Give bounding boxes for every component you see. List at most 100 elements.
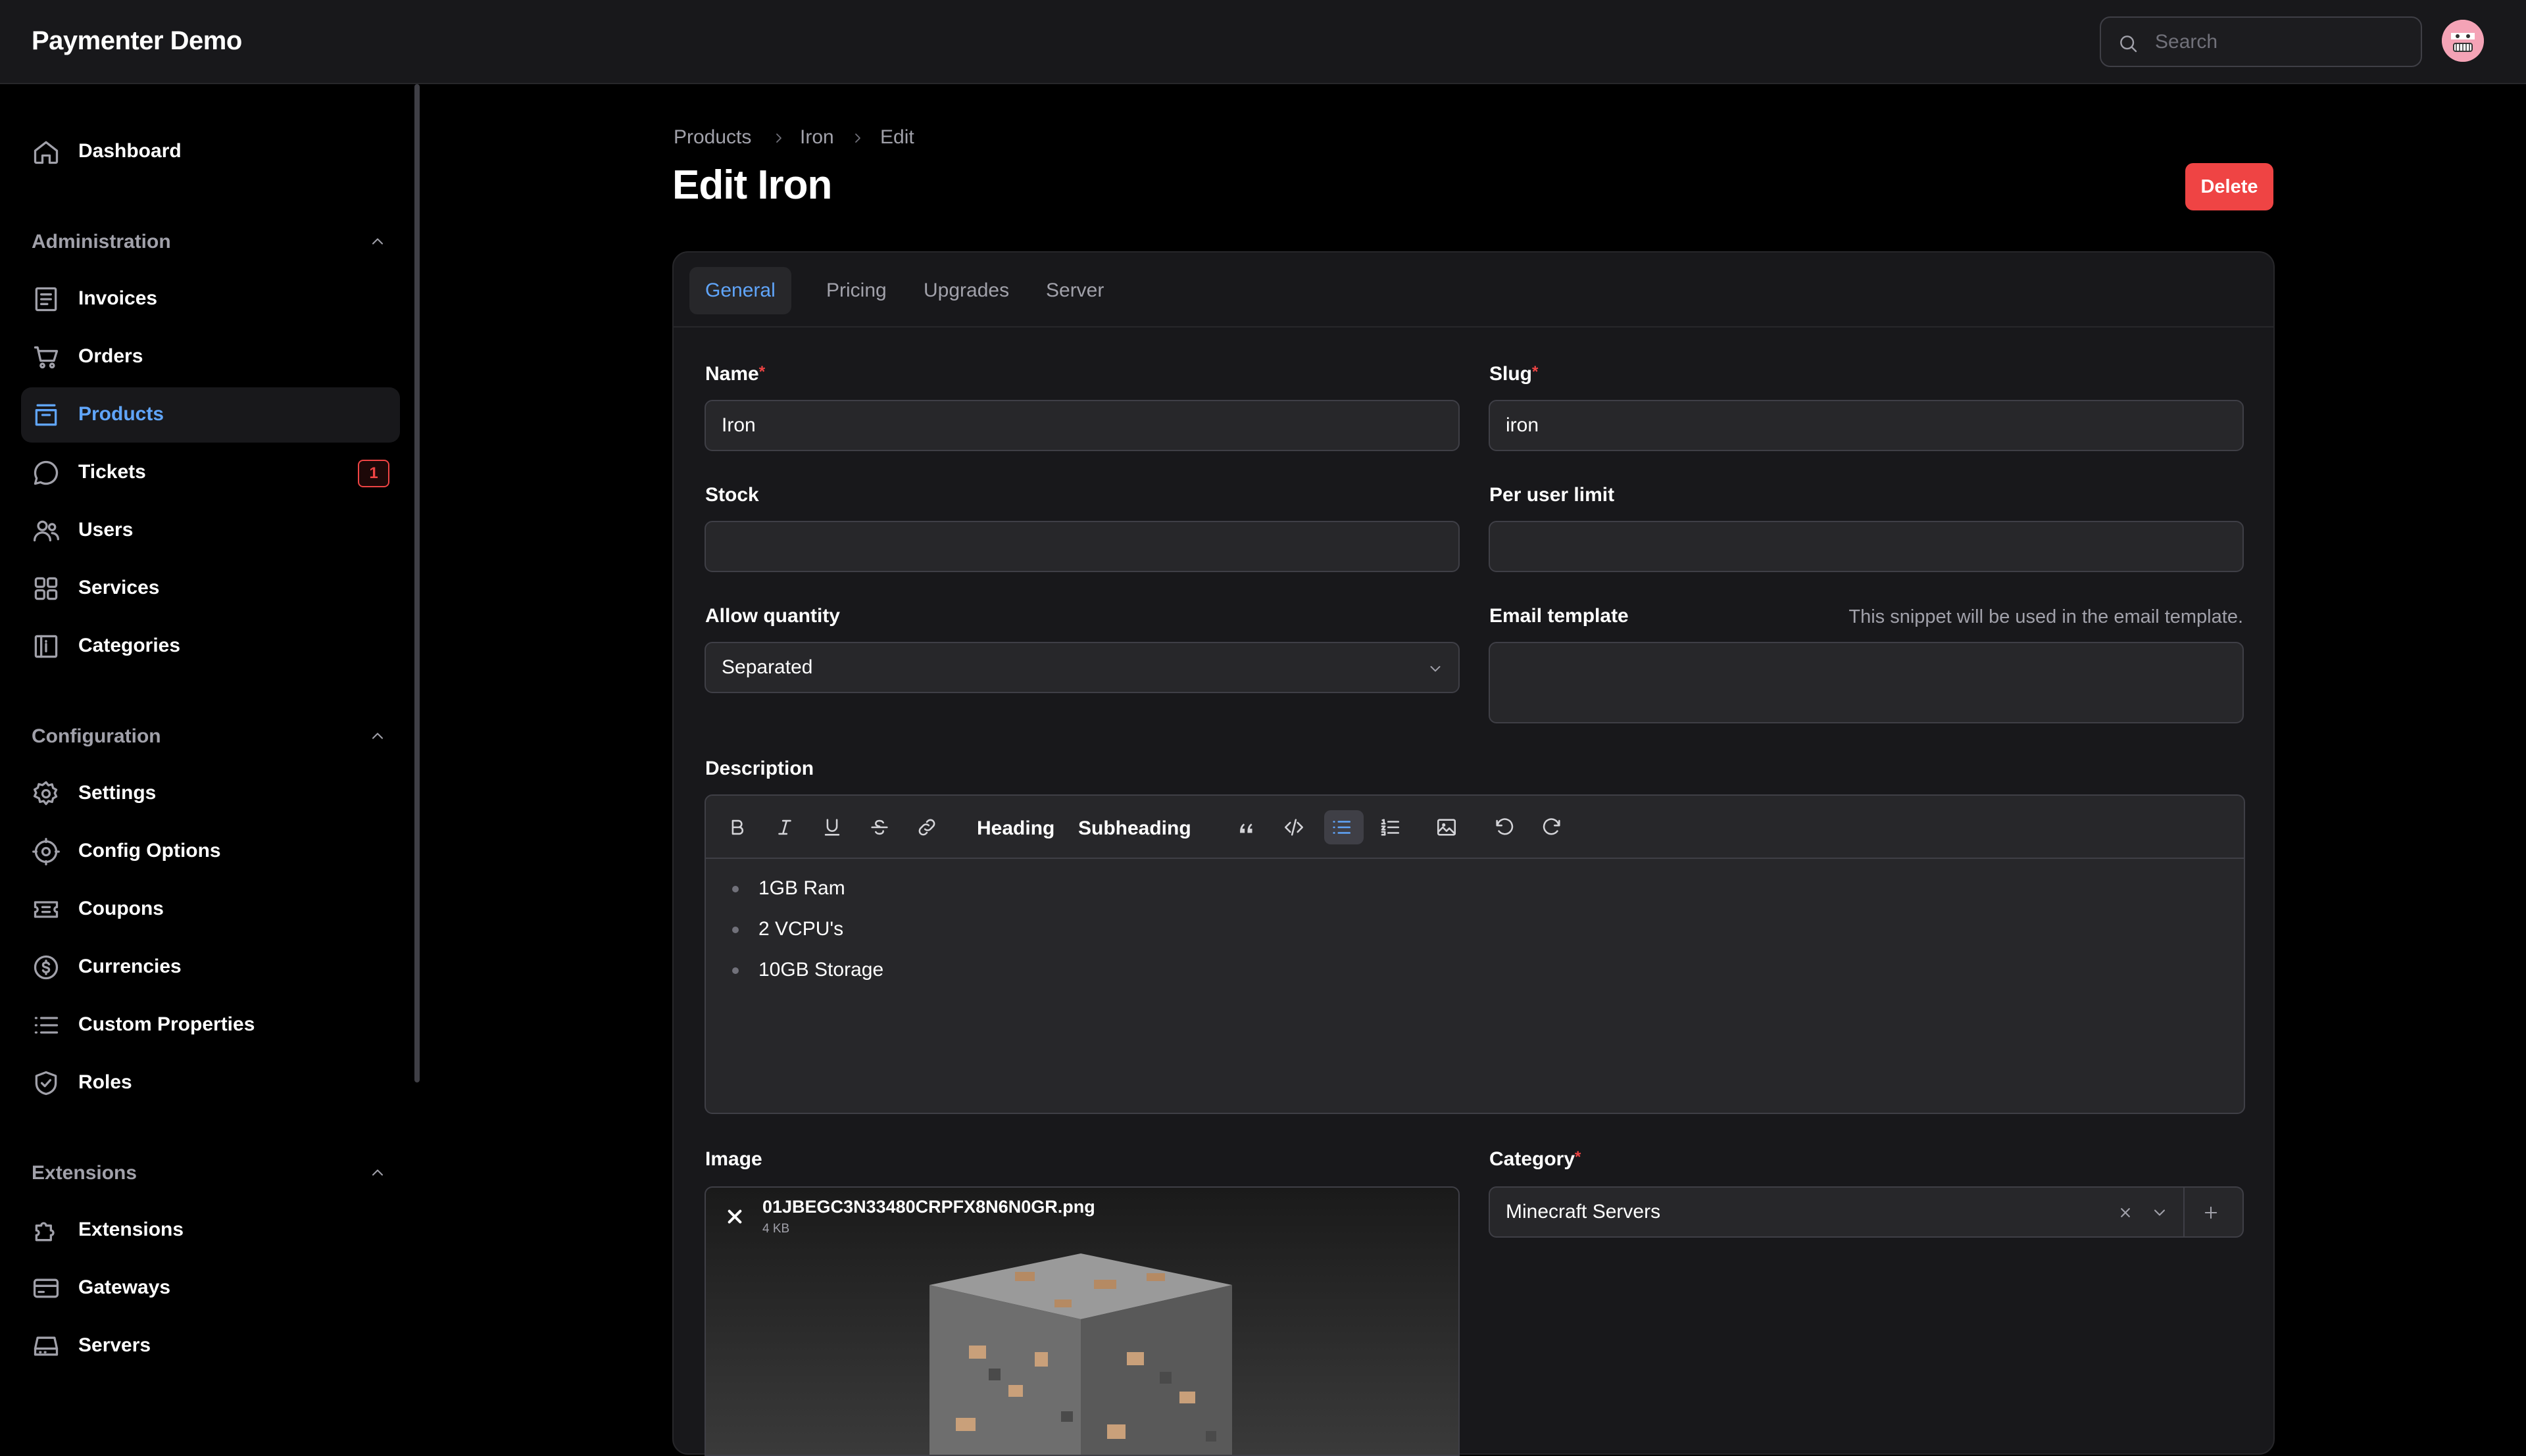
subheading-button[interactable]: Subheading (1078, 817, 1191, 840)
dollar-icon (34, 955, 59, 980)
name-label: Name* (705, 363, 766, 385)
search-input[interactable] (2154, 18, 2410, 66)
sidebar-item-dashboard[interactable]: Dashboard (21, 124, 400, 180)
sidebar-item-tickets[interactable]: Tickets 1 (21, 445, 400, 500)
image-upload-preview[interactable]: 01JBEGC3N33480CRPFX8N6N0GR.png 4 KB (705, 1186, 1460, 1456)
user-avatar-image (2442, 20, 2484, 62)
chevron-right-icon (855, 133, 860, 143)
required-mark: * (1575, 1148, 1581, 1166)
search-box[interactable] (2100, 16, 2422, 67)
italic-button[interactable] (768, 810, 802, 844)
sidebar-item-servers[interactable]: Servers (21, 1319, 400, 1374)
sidebar-item-users[interactable]: Users (21, 503, 400, 558)
sidebar-item-label: Invoices (78, 287, 158, 309)
sidebar-item-label: Custom Properties (78, 1013, 255, 1035)
group-label: Extensions (32, 1162, 137, 1184)
italic-icon (778, 819, 791, 835)
chat-bubble-icon (34, 460, 59, 485)
sidebar-item-label: Products (78, 403, 164, 425)
delete-button[interactable]: Delete (2185, 163, 2273, 210)
list-icon (34, 1017, 59, 1034)
app-title[interactable]: Paymenter Demo (32, 26, 242, 56)
group-configuration[interactable]: Configuration (32, 717, 387, 754)
email-template-textarea[interactable] (1489, 642, 2244, 723)
sidebar-item-label: Currencies (78, 956, 182, 977)
underline-button[interactable] (815, 810, 849, 844)
slug-label: Slug* (1489, 363, 1539, 385)
tab-general[interactable]: General (689, 267, 791, 314)
redo-button[interactable] (1535, 810, 1569, 844)
stock-field[interactable] (705, 521, 1460, 572)
tab-upgrades[interactable]: Upgrades (908, 267, 1025, 314)
sidebar-item-label: Servers (78, 1334, 151, 1356)
group-administration[interactable]: Administration (32, 223, 387, 260)
list-item: 10GB Storage (732, 959, 883, 1000)
allow-quantity-label: Allow quantity (705, 605, 840, 627)
sidebar-item-invoices[interactable]: Invoices (21, 272, 400, 327)
description-label: Description (705, 758, 814, 779)
sidebar-item-extensions[interactable]: Extensions (21, 1203, 400, 1258)
sidebar-item-label: Services (78, 577, 160, 598)
sidebar-item-label: Settings (78, 782, 157, 804)
strikethrough-button[interactable] (862, 810, 897, 844)
list-item: 1GB Ram (732, 877, 883, 918)
sidebar-item-label: Roles (78, 1071, 132, 1093)
breadcrumb-products[interactable]: Products (674, 126, 751, 149)
sidebar-item-currencies[interactable]: Currencies (21, 940, 400, 995)
slug-field[interactable]: iron (1489, 400, 2244, 451)
category-select[interactable]: Minecraft Servers (1489, 1186, 2244, 1238)
sidebar-item-coupons[interactable]: Coupons (21, 882, 400, 937)
sidebar-item-custom-properties[interactable]: Custom Properties (21, 998, 400, 1053)
chevron-up-icon (372, 733, 384, 739)
sidebar-item-label: Gateways (78, 1276, 171, 1298)
editor-toolbar: Heading Subheading (706, 796, 2244, 859)
grid-icon (34, 577, 58, 600)
chevron-down-icon[interactable] (2150, 1203, 2169, 1222)
tab-pricing[interactable]: Pricing (810, 267, 903, 314)
sidebar-item-settings[interactable]: Settings (21, 766, 400, 821)
group-extensions[interactable]: Extensions (32, 1154, 387, 1191)
bullet-list-button[interactable] (1324, 810, 1364, 844)
allow-quantity-select[interactable]: Separated (705, 642, 1460, 693)
avatar[interactable] (2442, 20, 2484, 62)
per-user-limit-field[interactable] (1489, 521, 2244, 572)
breadcrumb-edit: Edit (880, 126, 914, 148)
add-category-icon[interactable] (2202, 1203, 2220, 1222)
blockquote-button[interactable] (1229, 810, 1264, 844)
sidebar-item-orders[interactable]: Orders (21, 329, 400, 385)
sidebar-item-categories[interactable]: Categories (21, 619, 400, 674)
undo-button[interactable] (1487, 810, 1522, 844)
ordered-list-button[interactable] (1373, 810, 1407, 844)
image-icon (1437, 819, 1456, 836)
link-button[interactable] (910, 810, 944, 844)
sidebar-item-products[interactable]: Products (21, 387, 400, 443)
file-size: 4 KB (762, 1222, 790, 1236)
tickets-count-badge: 1 (358, 460, 389, 487)
divider (2183, 1188, 2185, 1236)
breadcrumb-iron[interactable]: Iron (800, 126, 834, 149)
strikethrough-icon (871, 819, 888, 835)
top-bar: Paymenter Demo (0, 0, 2526, 84)
required-mark: * (1532, 363, 1539, 381)
description-editor[interactable]: Heading Subheading 1GB Ram 2 VCPU's 10GB… (705, 794, 2245, 1114)
description-content[interactable]: 1GB Ram 2 VCPU's 10GB Storage (732, 877, 883, 1000)
bold-button[interactable] (720, 810, 755, 844)
remove-file-icon[interactable] (722, 1203, 748, 1230)
image-label: Image (705, 1148, 762, 1170)
code-block-button[interactable] (1277, 810, 1311, 844)
tab-server[interactable]: Server (1030, 267, 1120, 314)
archive-icon (35, 404, 57, 426)
name-field[interactable]: Iron (705, 400, 1460, 451)
sidebar-item-services[interactable]: Services (21, 561, 400, 616)
sidebar-item-config-options[interactable]: Config Options (21, 824, 400, 879)
sidebar-item-roles[interactable]: Roles (21, 1056, 400, 1111)
group-label: Administration (32, 231, 171, 253)
sidebar-item-label: Dashboard (78, 140, 182, 162)
clear-icon[interactable] (2116, 1203, 2135, 1222)
heading-button[interactable]: Heading (977, 817, 1054, 840)
insert-image-button[interactable] (1429, 810, 1464, 844)
allow-quantity-value: Separated (722, 656, 813, 678)
email-template-hint: This snippet will be used in the email t… (1848, 606, 2243, 627)
quote-icon (1240, 823, 1252, 833)
sidebar-item-gateways[interactable]: Gateways (21, 1261, 400, 1316)
